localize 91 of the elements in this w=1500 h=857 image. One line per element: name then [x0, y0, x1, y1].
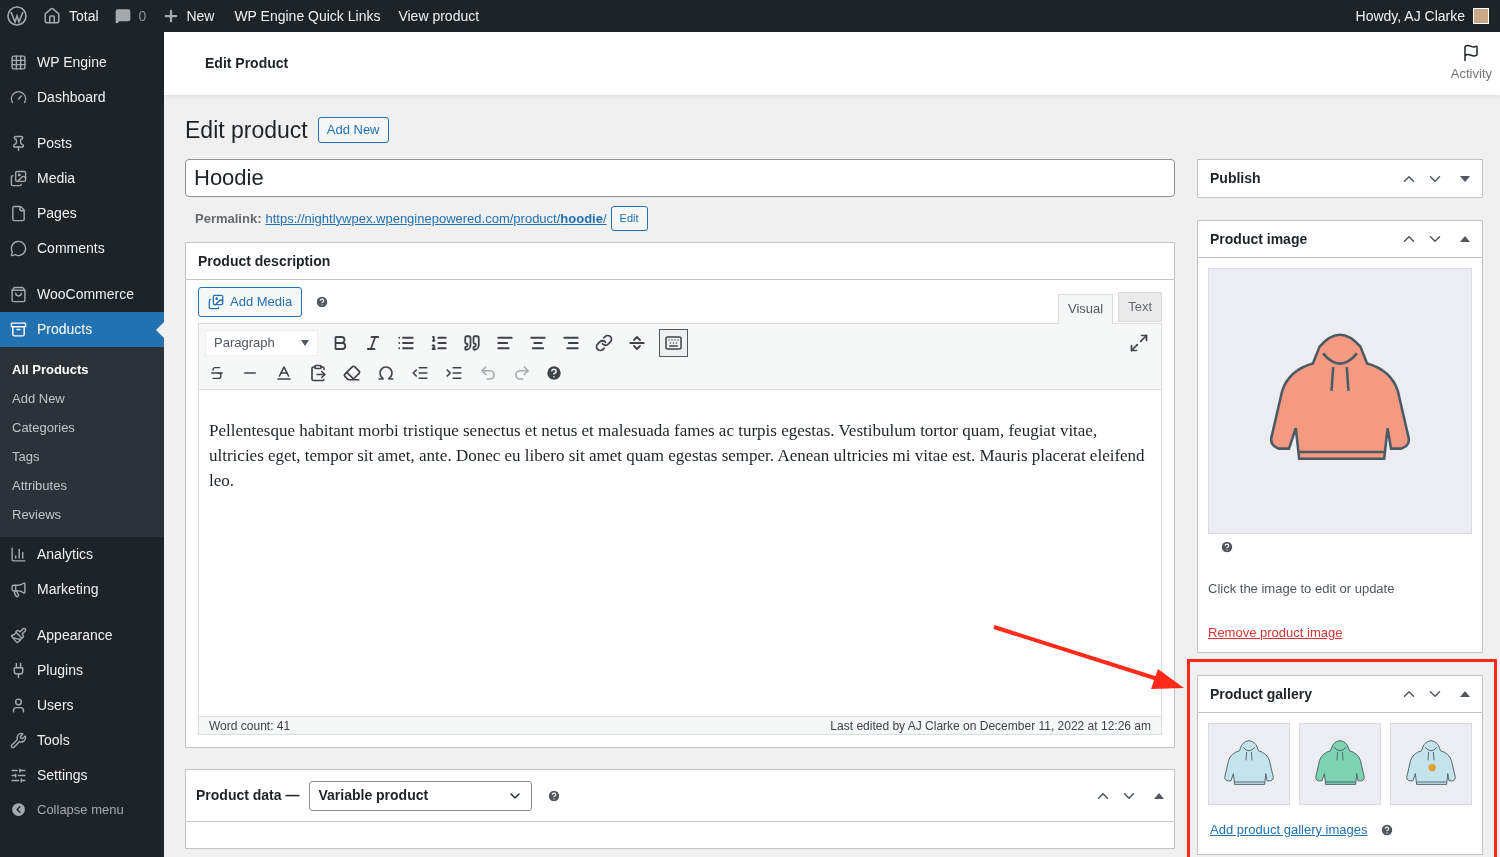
- expand-icon[interactable]: [1460, 174, 1470, 183]
- collapse-icon: [10, 801, 27, 819]
- permalink-link[interactable]: https://nightlywpex.wpenginepowered.com/product/hoodie/: [265, 208, 607, 229]
- grid-icon: [10, 54, 27, 71]
- collapse-icon[interactable]: [1154, 791, 1164, 800]
- menu-item[interactable]: Plugins: [0, 653, 164, 688]
- gallery-thumbnail[interactable]: [1390, 723, 1472, 805]
- collapse-icon[interactable]: [1460, 235, 1470, 243]
- permalink-label: Permalink:: [195, 209, 262, 228]
- activity-button[interactable]: Activity: [1450, 43, 1492, 84]
- product-image[interactable]: [1208, 268, 1472, 534]
- toolbar-toggle-icon[interactable]: [659, 329, 688, 357]
- product-data-label: Product data —: [196, 786, 300, 805]
- submenu-item[interactable]: Tags: [0, 442, 164, 471]
- paintbrush-icon: [10, 627, 27, 644]
- media-icon: [10, 170, 27, 187]
- eraser-icon[interactable]: [341, 362, 363, 384]
- menu-item[interactable]: Appearance: [0, 618, 164, 653]
- last-edited-text: Last edited by AJ Clarke on December 11, 2022 at 12:26 am: [830, 717, 1151, 735]
- submenu-item[interactable]: Add New: [0, 384, 164, 413]
- comment-icon: [10, 240, 27, 257]
- help-icon[interactable]: [1220, 540, 1234, 554]
- new-link[interactable]: New: [162, 5, 215, 27]
- description-text: Pellentesque habitant morbi tristique senectus et netus et malesuada fames ac turpis egestas. Vestibulum tortor quam, feugiat vitae, ultricies eget, tempor sit amet, ante. Donec eu libero sit amet quam egestas semper. Aenean ultricies mi vitae est. Mauris placerat eleifend leo.: [209, 420, 1146, 492]
- wrench-icon: [10, 732, 27, 749]
- help-icon[interactable]: [547, 788, 562, 803]
- panel-title: Product image: [1210, 229, 1309, 249]
- menu-item[interactable]: Analytics: [0, 537, 164, 572]
- menu-item[interactable]: Media: [0, 161, 164, 196]
- flag-icon: [1462, 43, 1481, 62]
- panel-title: Product gallery: [1210, 684, 1313, 704]
- sliders-icon: [10, 767, 27, 784]
- comment-icon: [114, 8, 131, 24]
- product-type-select[interactable]: Variable product: [309, 780, 533, 811]
- panel-title: Product description: [198, 251, 331, 271]
- menu-item[interactable]: Dashboard: [0, 80, 164, 115]
- collapse-menu-button[interactable]: Collapse menu: [0, 800, 164, 820]
- header-title: Edit Product: [205, 54, 290, 73]
- user-icon: [10, 697, 27, 714]
- archive-icon: [10, 321, 27, 338]
- menu-item[interactable]: Products: [0, 312, 164, 347]
- menu-item[interactable]: Comments: [0, 231, 164, 266]
- remove-image-link[interactable]: Remove product image: [1208, 622, 1472, 642]
- image-hint: Click the image to edit or update: [1208, 580, 1396, 598]
- pin-icon: [10, 135, 27, 152]
- panel-title: Publish: [1210, 169, 1262, 188]
- help-icon[interactable]: [315, 295, 330, 309]
- menu-item[interactable]: Tools: [0, 723, 164, 758]
- dashboard-icon: [10, 89, 27, 106]
- menu-item[interactable]: WP Engine: [0, 45, 164, 80]
- submenu-item[interactable]: Categories: [0, 413, 164, 442]
- collapse-icon[interactable]: [1460, 690, 1470, 698]
- home-icon: [43, 7, 61, 25]
- link-icon[interactable]: [593, 332, 615, 354]
- bar-chart-icon: [10, 546, 27, 563]
- title-field[interactable]: Hoodie: [185, 159, 1175, 197]
- megaphone-icon: [10, 581, 27, 598]
- menu-item[interactable]: Settings: [0, 758, 164, 793]
- comments-link[interactable]: 0: [114, 5, 147, 27]
- gallery-thumbnail[interactable]: [1299, 723, 1381, 805]
- add-media-button[interactable]: Add Media: [198, 287, 303, 317]
- editor-tab[interactable]: Text: [1118, 292, 1162, 322]
- gallery-thumbnail[interactable]: [1208, 723, 1290, 805]
- account-link[interactable]: Howdy, AJ Clarke: [1355, 5, 1489, 27]
- logo-icon[interactable]: [7, 6, 27, 26]
- menu-item[interactable]: Users: [0, 688, 164, 723]
- edit-permalink-button[interactable]: Edit: [610, 206, 648, 231]
- site-link[interactable]: Total: [43, 5, 99, 27]
- help-icon[interactable]: [545, 364, 563, 382]
- editor-tab[interactable]: Visual: [1057, 294, 1114, 324]
- media-icon: [208, 294, 224, 310]
- submenu-item[interactable]: Reviews: [0, 500, 164, 529]
- toolbar-link[interactable]: View product: [398, 5, 480, 27]
- avatar-placeholder: [1473, 8, 1489, 24]
- menu-item[interactable]: Posts: [0, 126, 164, 161]
- quote-icon[interactable]: [461, 332, 483, 354]
- fullscreen-icon[interactable]: [1129, 333, 1149, 353]
- word-count: Word count: 41: [209, 717, 291, 735]
- format-select[interactable]: Paragraph: [205, 330, 318, 356]
- add-gallery-images-link[interactable]: Add product gallery images: [1210, 820, 1368, 840]
- toolbar-link[interactable]: WP Engine Quick Links: [234, 5, 381, 27]
- menu-item[interactable]: Pages: [0, 196, 164, 231]
- submenu-item[interactable]: All Products: [0, 355, 164, 384]
- help-icon[interactable]: [1379, 822, 1394, 837]
- submenu-item[interactable]: Attributes: [0, 471, 164, 500]
- add-new-button[interactable]: Add New: [317, 117, 389, 143]
- page-icon: [10, 205, 27, 222]
- menu-item[interactable]: WooCommerce: [0, 277, 164, 312]
- menu-item[interactable]: Marketing: [0, 572, 164, 607]
- shopping-bag-icon: [10, 286, 27, 303]
- page-title: Edit product: [185, 115, 308, 145]
